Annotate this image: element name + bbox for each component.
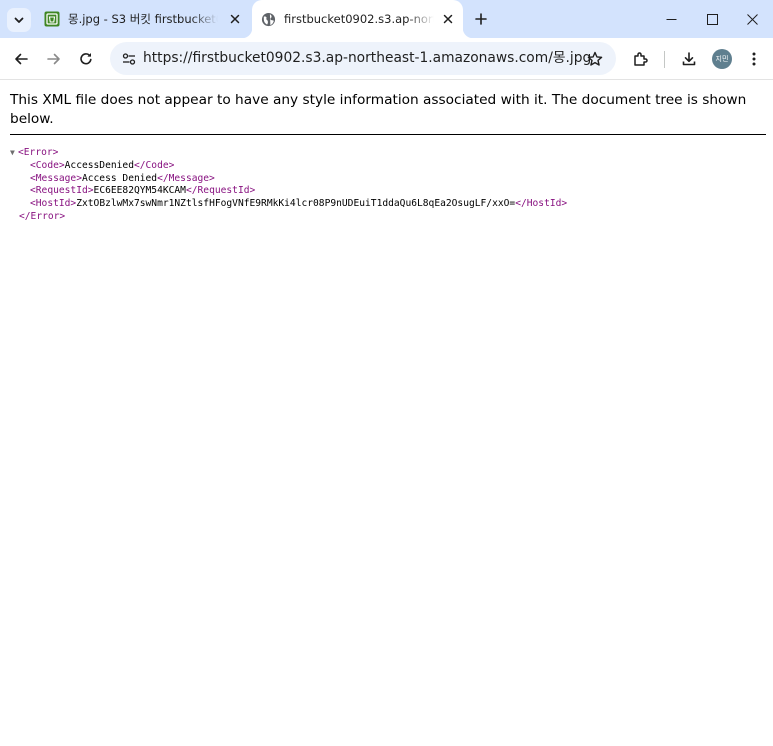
tune-icon bbox=[122, 53, 136, 65]
tab-title: firstbucket0902.s3.ap-northeast-1.amazon… bbox=[284, 12, 434, 26]
xml-value: Access Denied bbox=[81, 172, 158, 184]
globe-icon bbox=[260, 11, 276, 27]
xml-value: ZxtOBzlwMx7swNmr1NZtlsfHFogVNfE9RMkKi4lc… bbox=[76, 198, 516, 210]
window-close-button[interactable] bbox=[731, 0, 773, 38]
collapse-triangle-icon[interactable]: ▼ bbox=[10, 147, 18, 160]
xml-element-requestid: <RequestId>EC6EE82QYM54KCAM</RequestId> bbox=[10, 185, 567, 198]
xml-element-hostid: <HostId>ZxtOBzlwMx7swNmr1NZtlsfHFogVNfE9… bbox=[10, 198, 567, 211]
more-vert-icon bbox=[752, 52, 756, 66]
plus-icon bbox=[475, 13, 487, 25]
star-icon bbox=[587, 51, 603, 66]
xml-value: EC6EE82QYM54KCAM bbox=[93, 185, 186, 197]
xml-tag: <Error> bbox=[18, 147, 59, 158]
new-tab-button[interactable] bbox=[469, 7, 493, 31]
xml-tag: </Code> bbox=[133, 159, 175, 171]
close-icon[interactable] bbox=[226, 10, 244, 28]
url-text[interactable]: https://firstbucket0902.s3.ap-northeast-… bbox=[143, 42, 591, 75]
xml-style-notice: This XML file does not appear to have an… bbox=[10, 91, 766, 135]
xml-tag: </HostId> bbox=[515, 198, 568, 210]
xml-tag: </Message> bbox=[157, 172, 215, 184]
back-button[interactable] bbox=[6, 44, 36, 74]
xml-value: AccessDenied bbox=[64, 159, 134, 171]
xml-tag: <Message> bbox=[30, 172, 82, 184]
xml-tag: </Error> bbox=[19, 210, 66, 222]
xml-tree: ▼ <Error> <Code>AccessDenied</Code> <Mess… bbox=[10, 147, 567, 224]
xml-tag: <Code> bbox=[30, 159, 65, 171]
xml-element-code: <Code>AccessDenied</Code> bbox=[10, 160, 567, 173]
bookmark-button[interactable] bbox=[582, 46, 608, 72]
reload-button[interactable] bbox=[71, 44, 101, 74]
close-icon[interactable] bbox=[439, 10, 457, 28]
reload-icon bbox=[80, 53, 92, 65]
tab-strip: 몽.jpg - S3 버킷 firstbucket0902 firstbucke… bbox=[0, 0, 773, 38]
tab-search-button[interactable] bbox=[7, 8, 31, 32]
page-content: This XML file does not appear to have an… bbox=[0, 81, 773, 746]
site-info-button[interactable] bbox=[115, 45, 143, 73]
minimize-icon bbox=[666, 18, 676, 20]
xml-tag: <RequestId> bbox=[30, 185, 94, 197]
tab-title: 몽.jpg - S3 버킷 firstbucket0902 bbox=[68, 12, 218, 26]
puzzle-icon bbox=[634, 52, 648, 66]
tab-s3-console[interactable]: 몽.jpg - S3 버킷 firstbucket0902 bbox=[36, 0, 250, 38]
xml-root-close: </Error> bbox=[10, 211, 567, 224]
maximize-button[interactable] bbox=[691, 0, 733, 38]
minimize-button[interactable] bbox=[650, 0, 692, 38]
chevron-down-icon bbox=[14, 17, 24, 23]
downloads-button[interactable] bbox=[674, 44, 704, 74]
arrow-right-icon bbox=[47, 53, 60, 65]
s3-bucket-icon bbox=[44, 11, 60, 27]
tab-s3-object[interactable]: firstbucket0902.s3.ap-northeast-1.amazon… bbox=[242, 0, 473, 38]
menu-button[interactable] bbox=[739, 44, 769, 74]
xml-root-open: ▼ <Error> bbox=[10, 147, 567, 160]
xml-element-message: <Message>Access Denied</Message> bbox=[10, 173, 567, 186]
arrow-left-icon bbox=[15, 53, 28, 65]
xml-tag: </RequestId> bbox=[185, 185, 256, 197]
download-icon bbox=[682, 52, 696, 66]
profile-avatar[interactable]: 지민 bbox=[712, 49, 732, 69]
toolbar-separator bbox=[664, 51, 665, 68]
close-icon bbox=[746, 13, 758, 25]
browser-toolbar: https://firstbucket0902.s3.ap-northeast-… bbox=[0, 38, 773, 80]
address-bar[interactable]: https://firstbucket0902.s3.ap-northeast-… bbox=[110, 42, 616, 75]
maximize-icon bbox=[706, 13, 718, 25]
xml-tag: <HostId> bbox=[30, 198, 77, 210]
forward-button[interactable] bbox=[39, 44, 69, 74]
extensions-button[interactable] bbox=[626, 44, 656, 74]
